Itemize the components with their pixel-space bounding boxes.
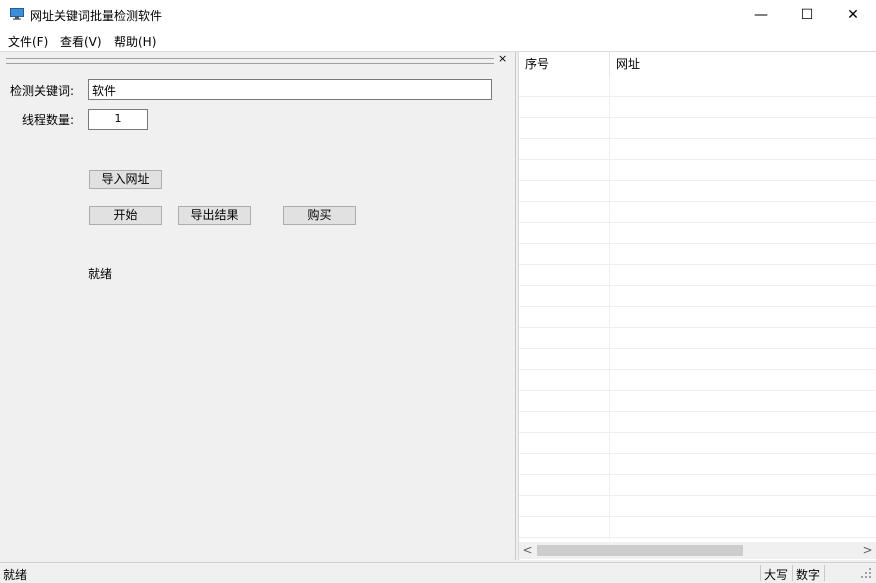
keyword-label: 检测关键词: (10, 84, 75, 98)
menu-file[interactable]: 文件(F) (8, 33, 48, 50)
window-title: 网址关键词批量检测软件 (30, 9, 163, 23)
minimize-icon: — (754, 7, 768, 23)
status-text: 就绪 (3, 568, 28, 582)
status-separator (792, 565, 793, 581)
caps-indicator: 大写 (764, 568, 789, 582)
menu-bar: 文件(F) 查看(V) 帮助(H) (0, 30, 876, 52)
title-bar: 网址关键词批量检测软件 — ☐ ✕ (0, 0, 876, 30)
minimize-button[interactable]: — (738, 0, 784, 30)
column-header-url[interactable]: 网址 (610, 52, 876, 76)
panel-status-text: 就绪 (88, 267, 113, 281)
start-button[interactable]: 开始 (89, 206, 162, 225)
buy-button[interactable]: 购买 (283, 206, 356, 225)
scroll-right-icon[interactable]: > (859, 542, 876, 559)
maximize-icon: ☐ (800, 7, 814, 23)
maximize-button[interactable]: ☐ (784, 0, 830, 30)
threads-label: 线程数量: (22, 113, 75, 127)
list-header: 序号 网址 (519, 52, 876, 76)
threads-input[interactable]: 1 (88, 109, 148, 130)
status-bar: 就绪 大写 数字 (0, 562, 876, 583)
resize-grip-icon[interactable] (860, 567, 872, 579)
num-indicator: 数字 (796, 568, 821, 582)
close-icon: ✕ (847, 7, 859, 23)
import-urls-button[interactable]: 导入网址 (89, 170, 162, 189)
control-panel (0, 52, 515, 560)
menu-view[interactable]: 查看(V) (60, 33, 102, 50)
export-results-button[interactable]: 导出结果 (178, 206, 251, 225)
horizontal-scrollbar[interactable]: < > (519, 542, 876, 559)
app-icon (10, 8, 24, 20)
close-button[interactable]: ✕ (830, 0, 876, 30)
keyword-input[interactable]: 软件 (88, 79, 492, 100)
list-rows (519, 76, 876, 540)
panel-close-icon[interactable]: × (498, 52, 507, 65)
status-separator (760, 565, 761, 581)
column-divider (609, 76, 610, 540)
status-separator (824, 565, 825, 581)
scrollbar-thumb[interactable] (537, 545, 743, 556)
results-list[interactable]: 序号 网址 < > (518, 52, 876, 560)
scroll-left-icon[interactable]: < (519, 542, 536, 559)
column-header-index[interactable]: 序号 (519, 52, 610, 76)
panel-grip[interactable] (6, 58, 494, 64)
menu-help[interactable]: 帮助(H) (114, 33, 156, 50)
